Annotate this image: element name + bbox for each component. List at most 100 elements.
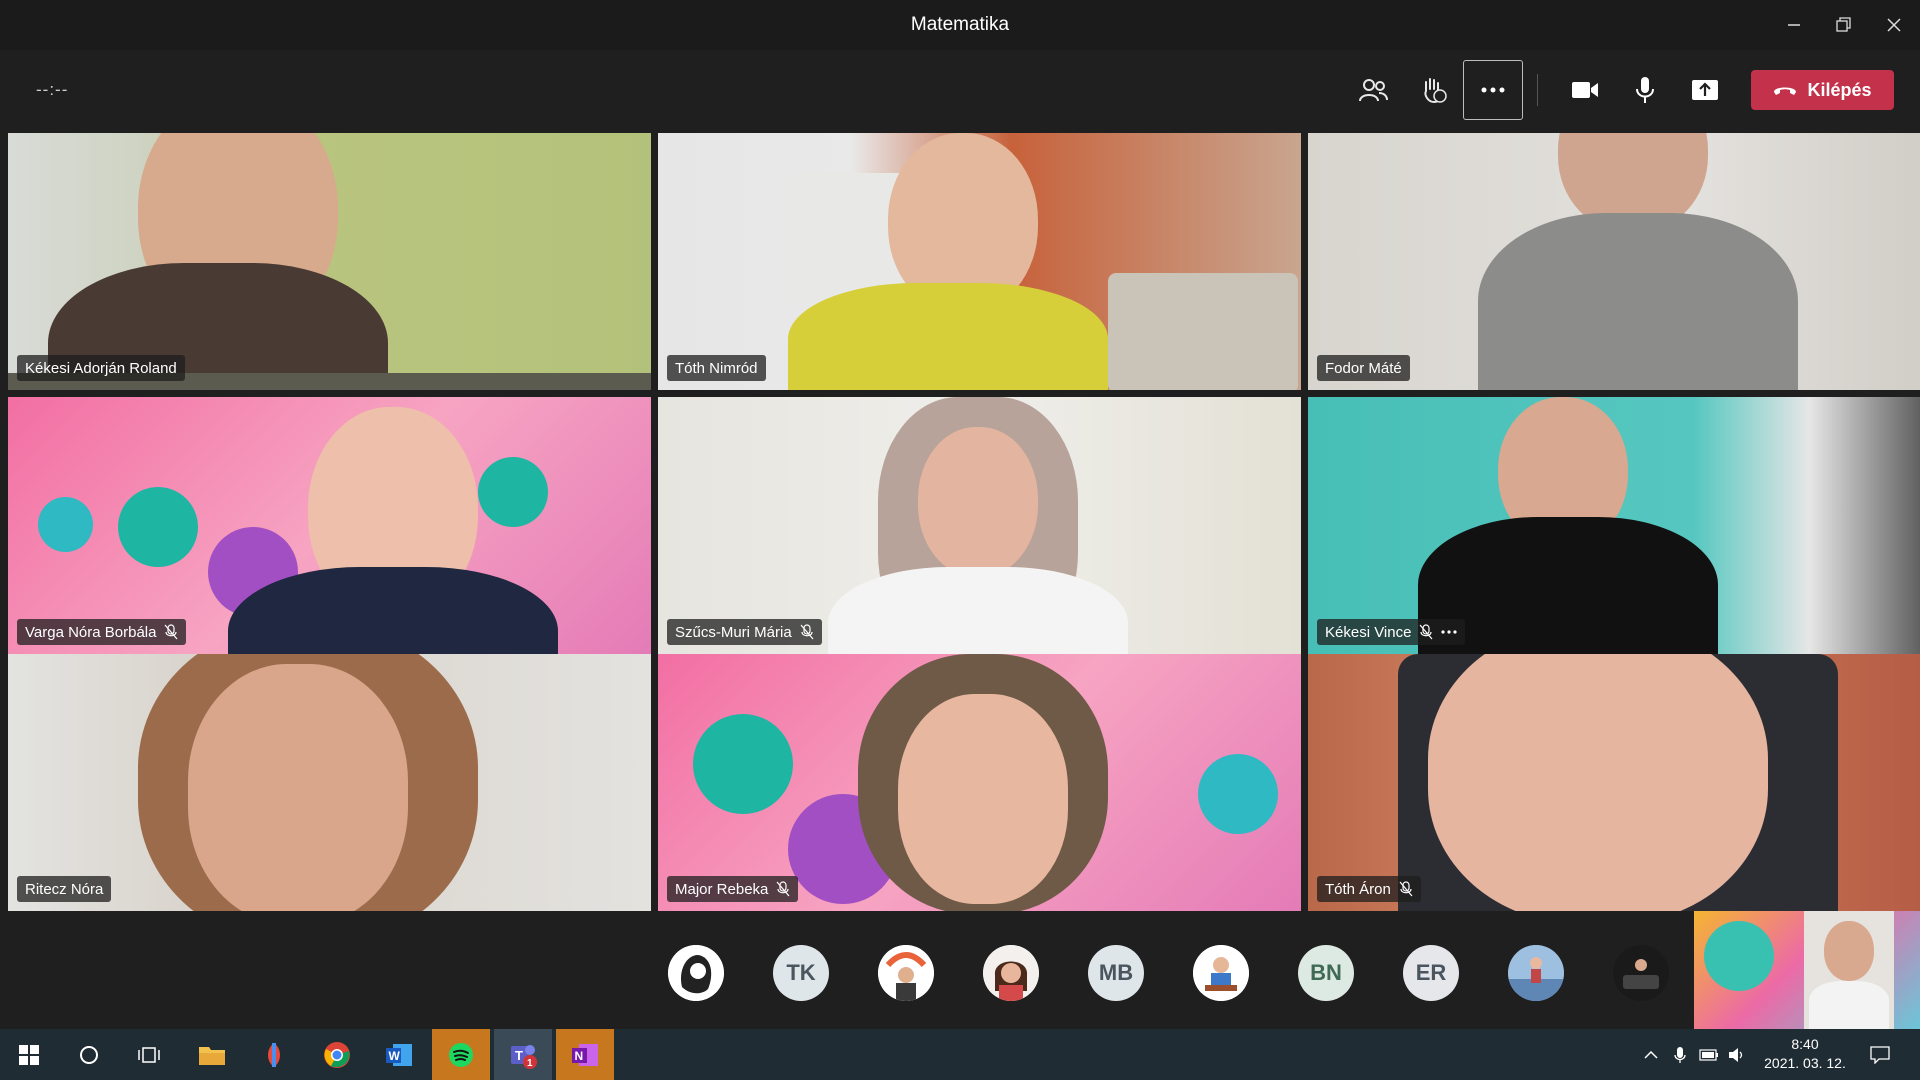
video-tile[interactable]: Tóth Nimród (658, 133, 1301, 390)
tray-microphone[interactable] (1668, 1029, 1692, 1080)
search-button[interactable] (60, 1029, 118, 1080)
participant-name: Kékesi Adorján Roland (25, 359, 177, 377)
video-tile[interactable]: Szűcs-Muri Mária (658, 397, 1301, 654)
participant-name: Varga Nóra Borbála (25, 623, 157, 641)
avatar[interactable] (668, 945, 724, 1001)
avatar[interactable] (878, 945, 934, 1001)
mic-off-icon (165, 624, 178, 640)
microphone-button[interactable] (1615, 60, 1675, 120)
video-tile[interactable]: Kékesi Vince (1308, 397, 1920, 654)
hang-up-icon (1774, 87, 1797, 95)
avatar[interactable]: MB (1088, 945, 1144, 1001)
video-tile[interactable]: Kékesi Adorján Roland (8, 133, 651, 390)
minimize-icon[interactable] (1776, 10, 1812, 40)
participant-name-tag: Fodor Máté (1317, 355, 1410, 381)
participant-name-tag: Kékesi Vince (1317, 619, 1466, 645)
video-tile[interactable]: Major Rebeka (658, 654, 1301, 911)
teams-badge: 1 (527, 1058, 533, 1069)
avatar[interactable] (1193, 945, 1249, 1001)
participant-name: Kékesi Vince (1325, 623, 1412, 641)
taskbar-chrome[interactable] (308, 1029, 366, 1080)
avatar-initials: MB (1098, 960, 1134, 985)
profile-photo-icon (668, 945, 724, 1001)
leave-button[interactable]: Kilépés (1751, 70, 1894, 110)
teams-icon: T1 (511, 1044, 537, 1069)
participant-name-tag: Tóth Nimród (667, 355, 766, 381)
share-screen-icon (1692, 80, 1718, 100)
taskbar-spotify[interactable] (432, 1029, 490, 1080)
participant-name: Fodor Máté (1325, 359, 1402, 377)
participant-strip: TK MB BN ER (0, 911, 1920, 1029)
tray-battery[interactable] (1696, 1029, 1722, 1080)
task-view-button[interactable] (120, 1029, 178, 1080)
chevron-up-icon (1644, 1050, 1658, 1059)
taskbar-clock[interactable]: 8:40 2021. 03. 12. (1760, 1035, 1850, 1073)
spotify-icon (449, 1042, 473, 1067)
camera-button[interactable] (1555, 60, 1615, 120)
restore-icon[interactable] (1826, 10, 1862, 40)
more-actions-button[interactable] (1463, 60, 1523, 120)
meeting-title: Matematika (910, 14, 1010, 35)
windows-icon (19, 1044, 39, 1065)
avatar-initials: ER (1415, 960, 1447, 985)
notification-icon (1870, 1045, 1890, 1064)
tray-volume[interactable] (1724, 1029, 1750, 1080)
more-options-icon[interactable] (1441, 630, 1458, 634)
raise-hand-button[interactable] (1403, 60, 1463, 120)
taskbar-app[interactable] (245, 1029, 303, 1080)
show-hidden-icons[interactable] (1640, 1029, 1662, 1080)
mic-off-icon (800, 624, 814, 640)
mic-off-icon (1419, 624, 1433, 640)
participants-button[interactable] (1343, 60, 1403, 120)
avatar[interactable]: BN (1298, 945, 1354, 1001)
start-button[interactable] (0, 1029, 58, 1080)
profile-photo-icon (983, 945, 1039, 1001)
participant-name: Tóth Áron (1325, 880, 1391, 898)
taskbar-onenote[interactable]: N (556, 1029, 614, 1080)
avatar[interactable] (1613, 945, 1669, 1001)
people-icon (1359, 79, 1388, 102)
participant-name: Tóth Nimród (675, 359, 758, 377)
action-center-button[interactable] (1864, 1029, 1896, 1080)
task-view-icon (138, 1046, 160, 1063)
toolbar-divider (1537, 74, 1538, 106)
avatar-initials: TK (786, 960, 816, 985)
leave-label: Kilépés (1807, 79, 1872, 100)
participant-name-tag: Szűcs-Muri Mária (667, 619, 822, 645)
volume-icon (1729, 1047, 1743, 1062)
video-tile[interactable]: Tóth Áron (1308, 654, 1920, 911)
profile-photo-icon (1613, 945, 1669, 1001)
close-icon[interactable] (1876, 10, 1912, 40)
participant-name-tag: Ritecz Nóra (17, 876, 112, 902)
participant-name-tag: Kékesi Adorján Roland (17, 355, 185, 381)
mic-off-icon (776, 881, 790, 897)
avatar[interactable]: ER (1403, 945, 1459, 1001)
cortana-icon (80, 1045, 98, 1064)
taskbar-word[interactable]: W (370, 1029, 428, 1080)
video-tile[interactable]: Fodor Máté (1308, 133, 1920, 390)
video-tile[interactable]: Varga Nóra Borbála (8, 397, 651, 654)
avatar[interactable] (1508, 945, 1564, 1001)
profile-photo-icon (1508, 945, 1564, 1001)
microphone-icon (1674, 1046, 1686, 1063)
share-screen-button[interactable] (1675, 60, 1735, 120)
taskbar-file-explorer[interactable] (183, 1029, 241, 1080)
self-video-preview[interactable] (1694, 911, 1920, 1029)
participant-name-tag: Major Rebeka (667, 876, 799, 902)
avatar[interactable] (983, 945, 1039, 1001)
avatar[interactable]: TK (773, 945, 829, 1001)
participant-name: Ritecz Nóra (25, 880, 104, 898)
meeting-toolbar: --:-- Kilépés (0, 50, 1920, 128)
chrome-icon (324, 1041, 350, 1068)
battery-icon (1699, 1048, 1718, 1061)
participant-name-tag: Varga Nóra Borbála (17, 619, 187, 645)
word-icon: W (386, 1043, 412, 1066)
raise-hand-icon (1424, 78, 1447, 104)
app-icon (268, 1042, 280, 1067)
meeting-timer: --:-- (36, 80, 69, 99)
video-tile[interactable]: Ritecz Nóra (8, 654, 651, 911)
participant-name-tag: Tóth Áron (1317, 876, 1421, 902)
ellipsis-icon (1481, 87, 1505, 93)
onenote-icon: N (572, 1043, 598, 1066)
taskbar-teams[interactable]: T1 (494, 1029, 552, 1080)
